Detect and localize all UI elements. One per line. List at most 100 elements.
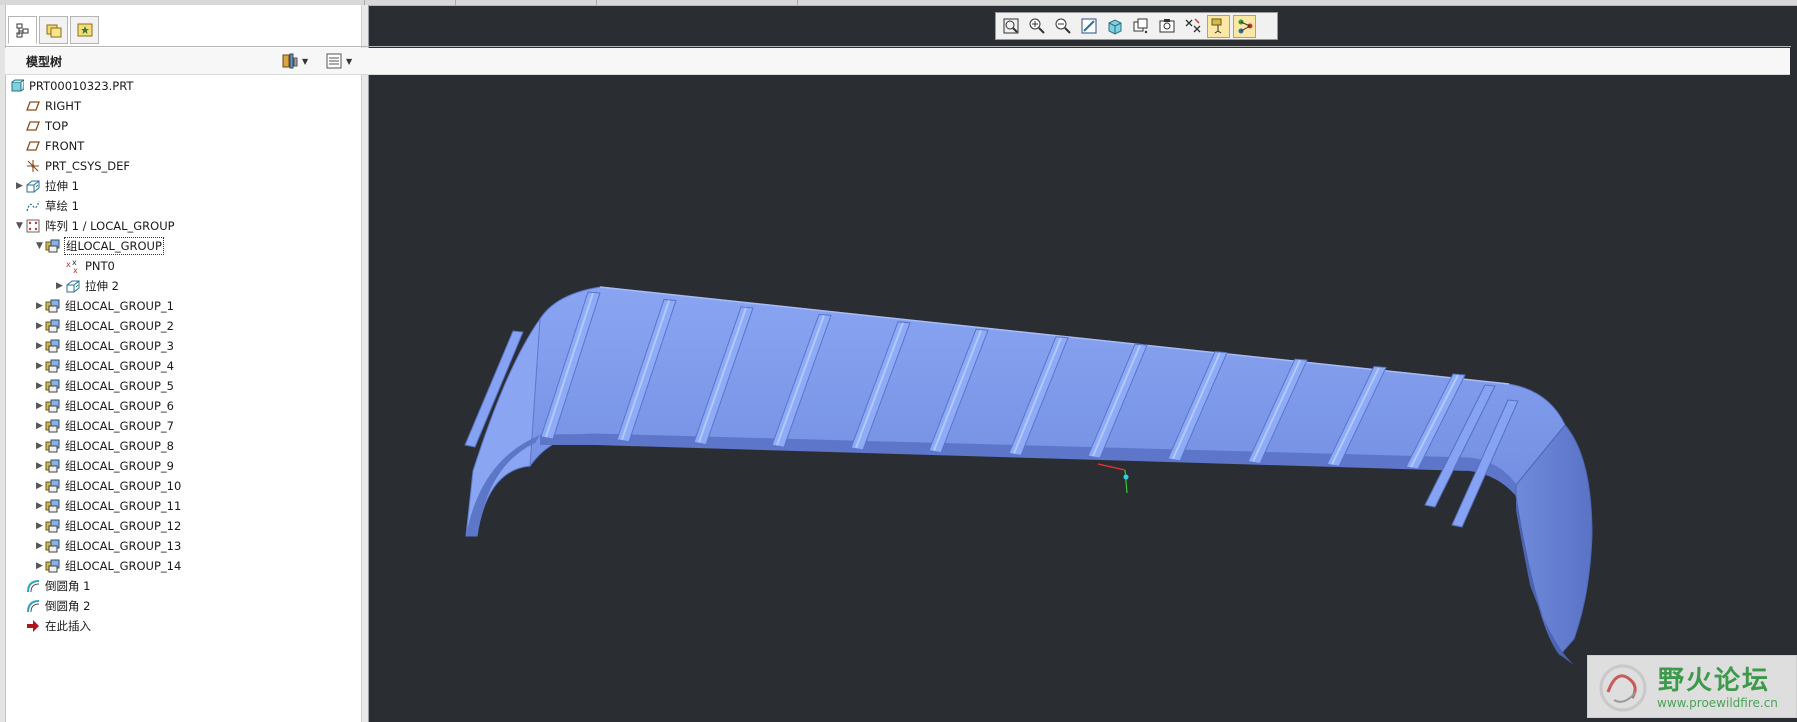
tree-root[interactable]: PRT00010323.PRT — [9, 76, 134, 95]
tree-item-label: 组LOCAL_GROUP_6 — [65, 398, 174, 413]
graphics-viewport[interactable] — [370, 5, 1797, 722]
tree-item[interactable]: ▶ 组LOCAL_GROUP_14 — [34, 556, 182, 575]
tree-item[interactable]: ▶ 组LOCAL_GROUP_4 — [34, 356, 175, 375]
expand-icon[interactable]: ▶ — [34, 541, 45, 551]
tree-item[interactable]: ▶ 组LOCAL_GROUP_11 — [34, 496, 182, 515]
tree-item-label: 拉伸 2 — [85, 278, 119, 293]
expand-icon[interactable]: ▶ — [34, 461, 45, 471]
expand-icon[interactable]: ▶ — [34, 341, 45, 351]
show-dropdown-button[interactable]: ▼ — [325, 51, 352, 71]
datum-plane-icon — [25, 98, 41, 114]
tree-item[interactable]: ▶ 组LOCAL_GROUP_10 — [34, 476, 182, 495]
navigator-tabs — [8, 16, 99, 46]
tree-item[interactable]: RIGHT — [14, 96, 82, 115]
tree-item[interactable]: ▶ 组LOCAL_GROUP_6 — [34, 396, 175, 415]
tree-item-label: 在此插入 — [45, 618, 91, 633]
tree-item[interactable]: ▶ 组LOCAL_GROUP_12 — [34, 516, 182, 535]
expand-icon[interactable]: ▶ — [34, 441, 45, 451]
group-icon — [45, 538, 61, 554]
group-icon — [45, 398, 61, 414]
expand-icon[interactable]: ▶ — [34, 481, 45, 491]
expand-icon[interactable]: ▶ — [34, 401, 45, 411]
tree-item-label: 组LOCAL_GROUP_13 — [65, 538, 182, 553]
group-icon — [45, 238, 61, 254]
expand-icon[interactable]: ▶ — [34, 301, 45, 311]
tree-item-label: FRONT — [45, 138, 85, 153]
tree-item[interactable]: ▼ 阵列 1 / LOCAL_GROUP — [14, 216, 176, 235]
tree-item-label: RIGHT — [45, 98, 81, 113]
expand-icon[interactable]: ▶ — [14, 181, 25, 191]
tree-item[interactable]: ▶ 拉伸 1 — [14, 176, 80, 195]
expand-icon[interactable]: ▶ — [54, 281, 65, 291]
tree-item[interactable]: 倒圆角 1 — [14, 576, 91, 595]
tree-item-label: 组LOCAL_GROUP_12 — [65, 518, 182, 533]
tree-item[interactable]: ▶ 组LOCAL_GROUP_8 — [34, 436, 175, 455]
watermark-title: 野火论坛 — [1658, 666, 1771, 696]
forum-logo-icon — [1599, 664, 1647, 712]
layers-tab[interactable] — [39, 16, 68, 44]
tree-item[interactable]: ▶ 组LOCAL_GROUP_2 — [34, 316, 175, 335]
tree-item-label: 组LOCAL_GROUP_11 — [65, 498, 182, 513]
tree-item[interactable]: TOP — [14, 116, 69, 135]
watermark-url: www.proewildfire.cn — [1657, 696, 1778, 710]
group-icon — [45, 438, 61, 454]
panel-edge — [0, 5, 6, 722]
folder-icon — [46, 24, 61, 38]
tree-item[interactable]: ▼ 组LOCAL_GROUP — [34, 236, 164, 255]
expand-icon[interactable]: ▶ — [34, 421, 45, 431]
tree-item-label: 组LOCAL_GROUP_1 — [65, 298, 174, 313]
expand-icon[interactable]: ▶ — [34, 501, 45, 511]
expand-icon[interactable]: ▶ — [34, 361, 45, 371]
pattern-icon — [25, 218, 41, 234]
group-icon — [45, 518, 61, 534]
tree-item-label: 倒圆角 1 — [45, 578, 91, 593]
tree-item[interactable]: 倒圆角 2 — [14, 596, 91, 615]
collapse-icon[interactable]: ▼ — [34, 241, 45, 251]
tree-item[interactable]: PRT_CSYS_DEF — [14, 156, 131, 175]
collapse-icon[interactable]: ▼ — [14, 221, 25, 231]
tree-item[interactable]: 草绘 1 — [14, 196, 80, 215]
tree-item[interactable]: ▶ 拉伸 2 — [54, 276, 120, 295]
tree-item[interactable]: 在此插入 — [14, 616, 92, 635]
expand-icon[interactable]: ▶ — [34, 521, 45, 531]
datum-plane-icon — [25, 118, 41, 134]
tree-item-label: 倒圆角 2 — [45, 598, 91, 613]
sketch-icon — [25, 198, 41, 214]
tree-item[interactable]: ▶ 组LOCAL_GROUP_13 — [34, 536, 182, 555]
tree-item[interactable]: ▶ 组LOCAL_GROUP_5 — [34, 376, 175, 395]
expand-icon[interactable]: ▶ — [34, 561, 45, 571]
panel-title: 模型树 — [26, 55, 63, 69]
tree-item[interactable]: FRONT — [14, 136, 85, 155]
tree-root-label: PRT00010323.PRT — [29, 78, 134, 93]
tree-item-label: PRT_CSYS_DEF — [45, 158, 131, 173]
tree-item-label: PNT0 — [85, 258, 115, 273]
tree-item-label: 组LOCAL_GROUP_4 — [65, 358, 174, 373]
watermark: 野火论坛 www.proewildfire.cn — [1587, 655, 1797, 718]
tree-item-label: 组LOCAL_GROUP_14 — [65, 558, 182, 573]
tree-item[interactable]: ▶ 组LOCAL_GROUP_1 — [34, 296, 175, 315]
group-icon — [45, 458, 61, 474]
extrude-icon — [65, 278, 81, 294]
settings-dropdown-button[interactable]: ▼ — [281, 51, 308, 71]
tree-item[interactable]: ▶ 组LOCAL_GROUP_9 — [34, 456, 175, 475]
tree-item[interactable]: ▶ 组LOCAL_GROUP_7 — [34, 416, 175, 435]
chevron-down-icon: ▼ — [346, 56, 353, 66]
model-tree-tab[interactable] — [8, 16, 37, 44]
group-icon — [45, 558, 61, 574]
tree-item[interactable]: ▶ 组LOCAL_GROUP_3 — [34, 336, 175, 355]
datum-point-icon: xxx — [65, 258, 81, 274]
insert-here-icon — [25, 618, 41, 634]
model-tree-icon — [16, 23, 28, 38]
tree-item[interactable]: x x x PNT0 — [54, 256, 116, 275]
svg-text:x: x — [66, 260, 71, 269]
extrude-icon — [25, 178, 41, 194]
favorites-icon — [77, 23, 92, 37]
expand-icon[interactable]: ▶ — [34, 321, 45, 331]
tree-item-label: 组LOCAL_GROUP_2 — [65, 318, 174, 333]
tree-item-label: 组LOCAL_GROUP_5 — [65, 378, 174, 393]
panel-scrollbar[interactable] — [361, 5, 368, 722]
expand-icon[interactable]: ▶ — [34, 381, 45, 391]
favorites-tab[interactable] — [70, 16, 99, 44]
model-body — [465, 286, 1593, 665]
tree-item-label: 草绘 1 — [45, 198, 79, 213]
